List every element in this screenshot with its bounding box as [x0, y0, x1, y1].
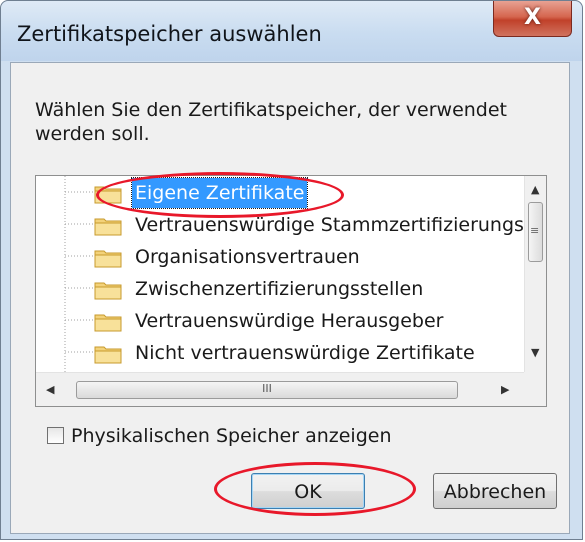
scroll-right-arrow-icon[interactable]: ▶ [501, 384, 509, 395]
tree-item-label: Nicht vertrauenswürdige Zertifikate [135, 342, 475, 364]
close-button[interactable]: X [493, 1, 572, 37]
scroll-left-arrow-icon[interactable]: ◀ [46, 384, 54, 395]
vertical-scrollbar[interactable]: ▲ ≡ ▼ [524, 176, 546, 372]
folder-icon [94, 346, 122, 364]
vertical-scroll-thumb[interactable]: ≡ [528, 202, 543, 262]
physical-store-checkbox[interactable] [47, 427, 64, 444]
scrollbar-corner [524, 372, 546, 406]
dialog-window: Zertifikatspeicher auswählen X Wählen Si… [0, 0, 583, 540]
tree-item-label: Eigene Zertifikate [130, 177, 309, 209]
cancel-button[interactable]: Abbrechen [433, 473, 557, 509]
close-icon: X [524, 5, 541, 30]
folder-icon [94, 282, 122, 300]
scroll-up-arrow-icon[interactable]: ▲ [531, 184, 539, 195]
tree-item-label: Vertrauenswürdige Herausgeber [135, 310, 444, 332]
tree-item-label: Zwischenzertifizierungsstellen [135, 278, 424, 300]
folder-icon [94, 186, 122, 204]
folder-icon [94, 250, 122, 268]
folder-icon [94, 314, 122, 332]
grip-icon: ≡ [530, 224, 540, 237]
title-bar[interactable]: Zertifikatspeicher auswählen X [1, 1, 582, 61]
physical-store-label: Physikalischen Speicher anzeigen [71, 425, 392, 447]
tree-item-label: Vertrauenswürdige Stammzertifizierungss [135, 214, 534, 236]
tree-item-label: Organisationsvertrauen [135, 246, 360, 268]
ok-button[interactable]: OK [251, 473, 365, 509]
dialog-body: Wählen Sie den Zertifikatspeicher, der v… [10, 62, 570, 534]
window-title: Zertifikatspeicher auswählen [17, 22, 322, 46]
horizontal-scrollbar[interactable]: ◀ III ▶ [36, 372, 526, 406]
horizontal-scroll-thumb[interactable]: III [76, 381, 458, 399]
certificate-store-tree[interactable]: Eigene Zertifikate Vertrauenswürdige Sta… [35, 175, 547, 407]
folder-icon [94, 218, 122, 236]
scroll-down-arrow-icon[interactable]: ▼ [531, 347, 539, 358]
grip-icon: III [262, 382, 272, 395]
instructions-text: Wählen Sie den Zertifikatspeicher, der v… [35, 99, 507, 145]
